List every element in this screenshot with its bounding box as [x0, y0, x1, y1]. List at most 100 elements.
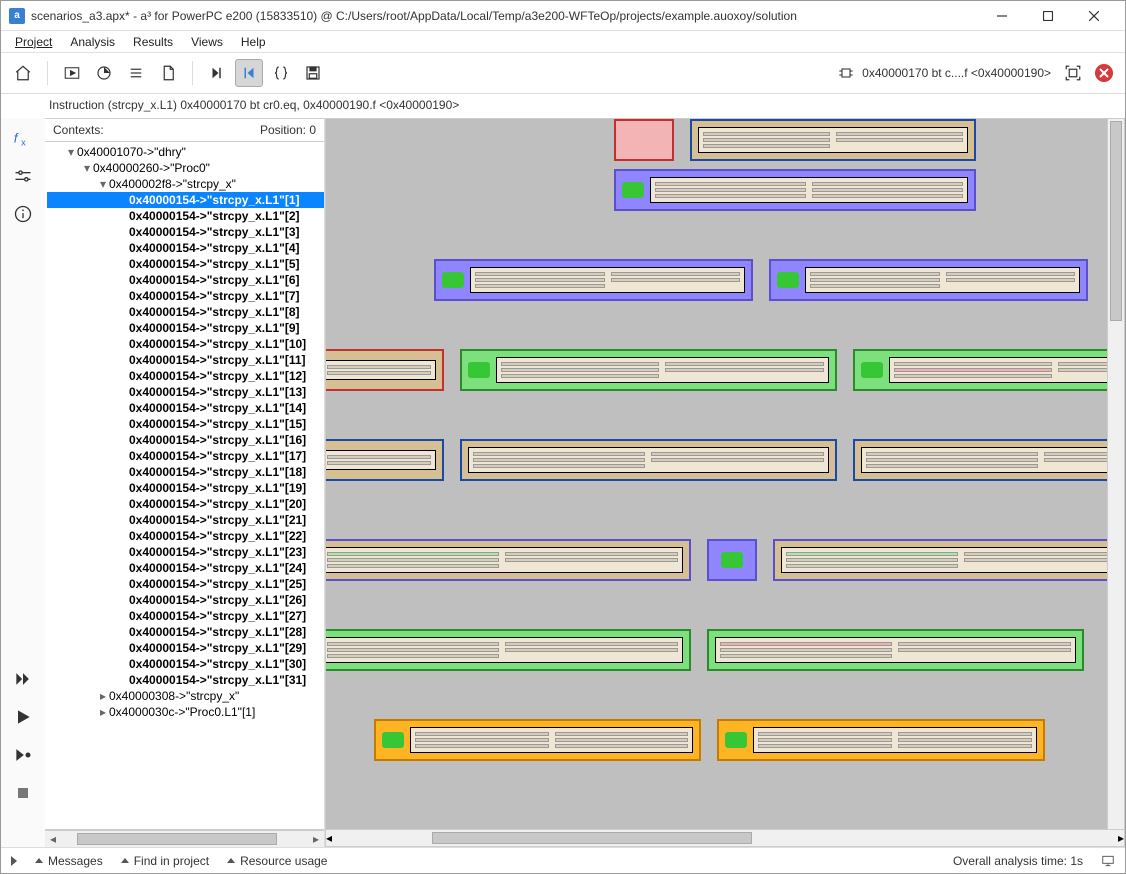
- graph-vertical-scrollbar[interactable]: [1107, 119, 1124, 829]
- stop-square-button[interactable]: [9, 779, 37, 807]
- position-label: Position: 0: [260, 123, 316, 137]
- instruction-line: Instruction (strcpy_x.L1) 0x40000170 bt …: [1, 94, 1125, 118]
- tree-row[interactable]: 0x40000154->"strcpy_x.L1"[12]: [47, 368, 324, 384]
- contexts-tree[interactable]: ▾0x40001070->"dhry" ▾0x40000260->"Proc0"…: [45, 142, 324, 722]
- forward-step-button[interactable]: [203, 59, 231, 87]
- status-messages[interactable]: Messages: [35, 854, 103, 868]
- graph-block[interactable]: [325, 439, 444, 481]
- tree-row[interactable]: 0x40000154->"strcpy_x.L1"[24]: [47, 560, 324, 576]
- tree-row[interactable]: 0x40000154->"strcpy_x.L1"[16]: [47, 432, 324, 448]
- status-resource[interactable]: Resource usage: [227, 854, 327, 868]
- tree-row[interactable]: ▾0x400002f8->"strcpy_x": [47, 176, 324, 192]
- tree-row[interactable]: 0x40000154->"strcpy_x.L1"[8]: [47, 304, 324, 320]
- tree-row[interactable]: ▸0x4000030c->"Proc0.L1"[1]: [47, 704, 324, 720]
- fx-button[interactable]: fx: [9, 124, 37, 152]
- tree-row[interactable]: ▾0x40001070->"dhry": [47, 144, 324, 160]
- menu-analysis[interactable]: Analysis: [62, 33, 123, 51]
- tree-row[interactable]: 0x40000154->"strcpy_x.L1"[28]: [47, 624, 324, 640]
- tree-row[interactable]: 0x40000154->"strcpy_x.L1"[3]: [47, 224, 324, 240]
- tree-row[interactable]: 0x40000154->"strcpy_x.L1"[15]: [47, 416, 324, 432]
- tree-row[interactable]: 0x40000154->"strcpy_x.L1"[2]: [47, 208, 324, 224]
- tree-row[interactable]: ▾0x40000260->"Proc0": [47, 160, 324, 176]
- back-step-button[interactable]: [235, 59, 263, 87]
- graph-block[interactable]: [853, 439, 1125, 481]
- tree-row[interactable]: 0x40000154->"strcpy_x.L1"[25]: [47, 576, 324, 592]
- tree-row[interactable]: 0x40000154->"strcpy_x.L1"[1]: [47, 192, 324, 208]
- tree-horizontal-scrollbar[interactable]: ◂▸: [45, 830, 324, 847]
- graph-block[interactable]: [460, 439, 837, 481]
- graph-block[interactable]: [853, 349, 1125, 391]
- graph-block[interactable]: [374, 719, 701, 761]
- menu-help[interactable]: Help: [233, 33, 274, 51]
- graph-block[interactable]: [773, 539, 1125, 581]
- graph-block[interactable]: [614, 119, 674, 161]
- braces-button[interactable]: [267, 59, 295, 87]
- graph-block[interactable]: [717, 719, 1044, 761]
- play-preview-button[interactable]: [58, 59, 86, 87]
- graph-block[interactable]: [690, 119, 976, 161]
- app-icon: a: [9, 8, 25, 24]
- graph-horizontal-scrollbar[interactable]: ◂▸: [325, 830, 1125, 847]
- tree-row[interactable]: 0x40000154->"strcpy_x.L1"[20]: [47, 496, 324, 512]
- toolbar-separator: [47, 61, 48, 85]
- tree-row[interactable]: 0x40000154->"strcpy_x.L1"[10]: [47, 336, 324, 352]
- tree-row[interactable]: ▸0x40000308->"strcpy_x": [47, 688, 324, 704]
- contexts-label: Contexts:: [53, 123, 104, 137]
- minimize-button[interactable]: [979, 1, 1025, 31]
- fit-view-button[interactable]: [1059, 59, 1087, 87]
- graph-block[interactable]: [769, 259, 1088, 301]
- tree-row[interactable]: 0x40000154->"strcpy_x.L1"[22]: [47, 528, 324, 544]
- toolbar-separator: [192, 61, 193, 85]
- graph-block[interactable]: [325, 629, 691, 671]
- play-to-mark-button[interactable]: [9, 741, 37, 769]
- tree-row[interactable]: 0x40000154->"strcpy_x.L1"[6]: [47, 272, 324, 288]
- tree-row[interactable]: 0x40000154->"strcpy_x.L1"[19]: [47, 480, 324, 496]
- tree-row[interactable]: 0x40000154->"strcpy_x.L1"[31]: [47, 672, 324, 688]
- tree-row[interactable]: 0x40000154->"strcpy_x.L1"[21]: [47, 512, 324, 528]
- home-button[interactable]: [9, 59, 37, 87]
- monitor-icon: [1101, 854, 1115, 868]
- tree-row[interactable]: 0x40000154->"strcpy_x.L1"[5]: [47, 256, 324, 272]
- info-button[interactable]: [9, 200, 37, 228]
- graph-block[interactable]: [707, 539, 757, 581]
- tree-row[interactable]: 0x40000154->"strcpy_x.L1"[26]: [47, 592, 324, 608]
- status-find[interactable]: Find in project: [121, 854, 209, 868]
- chip-icon: [838, 65, 854, 81]
- tree-row[interactable]: 0x40000154->"strcpy_x.L1"[13]: [47, 384, 324, 400]
- tree-row[interactable]: 0x40000154->"strcpy_x.L1"[4]: [47, 240, 324, 256]
- tree-row[interactable]: 0x40000154->"strcpy_x.L1"[14]: [47, 400, 324, 416]
- graph-block[interactable]: [434, 259, 753, 301]
- tree-row[interactable]: 0x40000154->"strcpy_x.L1"[9]: [47, 320, 324, 336]
- titlebar: a scenarios_a3.apx* - a³ for PowerPC e20…: [1, 1, 1125, 31]
- left-icon-strip: fx: [1, 118, 45, 847]
- statusbar: Messages Find in project Resource usage …: [1, 847, 1125, 873]
- tree-row[interactable]: 0x40000154->"strcpy_x.L1"[30]: [47, 656, 324, 672]
- menu-views[interactable]: Views: [183, 33, 231, 51]
- graph-block[interactable]: [614, 169, 976, 211]
- graph-canvas[interactable]: [325, 118, 1125, 830]
- graph-block[interactable]: [707, 629, 1084, 671]
- tree-row[interactable]: 0x40000154->"strcpy_x.L1"[17]: [47, 448, 324, 464]
- list-button[interactable]: [122, 59, 150, 87]
- play-button[interactable]: [9, 703, 37, 731]
- save-button[interactable]: [299, 59, 327, 87]
- tree-row[interactable]: 0x40000154->"strcpy_x.L1"[23]: [47, 544, 324, 560]
- graph-block[interactable]: [325, 539, 691, 581]
- fast-forward-button[interactable]: [9, 665, 37, 693]
- menu-project[interactable]: Project: [7, 33, 60, 51]
- stop-button[interactable]: [1095, 64, 1113, 82]
- maximize-button[interactable]: [1025, 1, 1071, 31]
- tree-row[interactable]: 0x40000154->"strcpy_x.L1"[18]: [47, 464, 324, 480]
- sliders-button[interactable]: [9, 162, 37, 190]
- tree-row[interactable]: 0x40000154->"strcpy_x.L1"[11]: [47, 352, 324, 368]
- tree-row[interactable]: 0x40000154->"strcpy_x.L1"[7]: [47, 288, 324, 304]
- expand-icon[interactable]: [11, 856, 17, 866]
- close-button[interactable]: [1071, 1, 1117, 31]
- menu-results[interactable]: Results: [125, 33, 181, 51]
- graph-block[interactable]: [325, 349, 444, 391]
- document-button[interactable]: [154, 59, 182, 87]
- pie-button[interactable]: [90, 59, 118, 87]
- tree-row[interactable]: 0x40000154->"strcpy_x.L1"[27]: [47, 608, 324, 624]
- graph-block[interactable]: [460, 349, 837, 391]
- tree-row[interactable]: 0x40000154->"strcpy_x.L1"[29]: [47, 640, 324, 656]
